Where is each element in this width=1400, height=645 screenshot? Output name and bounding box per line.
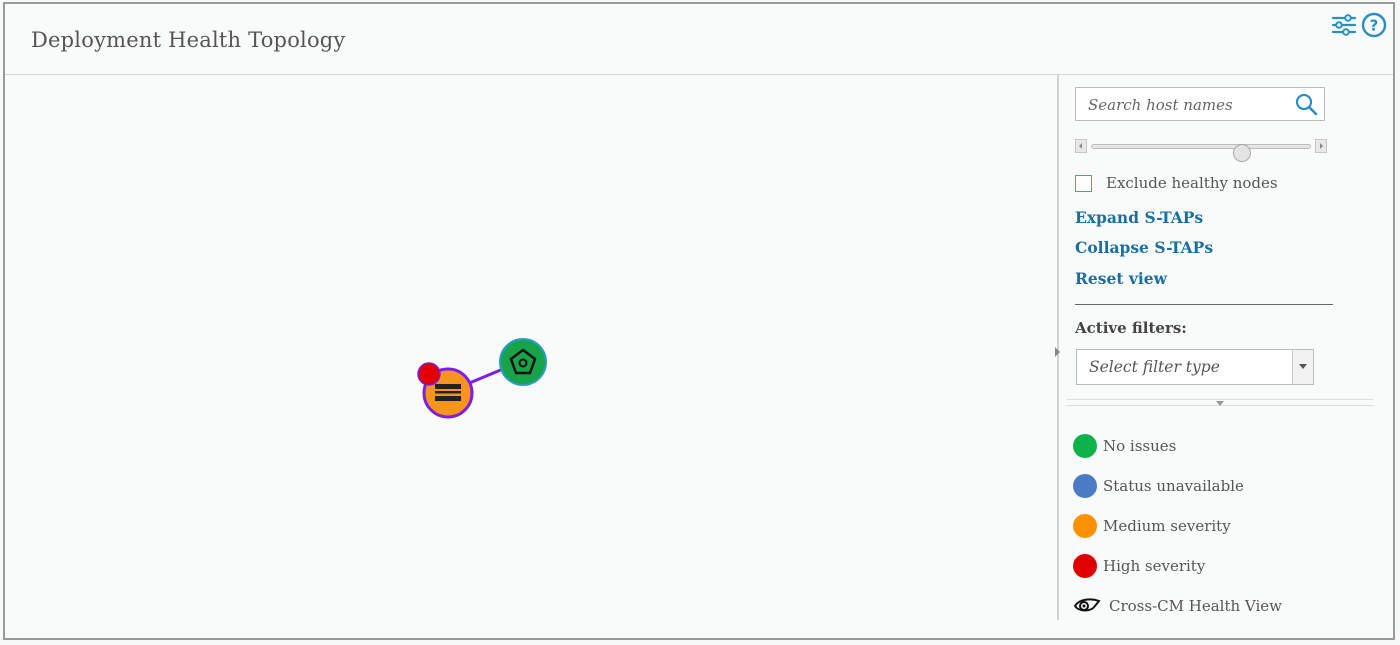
legend-item-medium-severity: Medium severity bbox=[1073, 506, 1282, 546]
exclude-healthy-label: Exclude healthy nodes bbox=[1106, 174, 1278, 192]
divider bbox=[1075, 304, 1333, 305]
legend-label: Medium severity bbox=[1103, 517, 1231, 535]
panel-collapse-handle[interactable] bbox=[1055, 347, 1060, 357]
stap-icon bbox=[435, 384, 461, 401]
legend: No issues Status unavailable Medium seve… bbox=[1073, 426, 1282, 626]
search-input[interactable] bbox=[1086, 94, 1290, 116]
legend-label: No issues bbox=[1103, 437, 1177, 455]
svg-text:?: ? bbox=[1370, 17, 1379, 35]
legend-label: Status unavailable bbox=[1103, 477, 1244, 495]
cm-node[interactable] bbox=[499, 338, 547, 386]
page-title: Deployment Health Topology bbox=[31, 28, 346, 52]
exclude-healthy-checkbox[interactable] bbox=[1075, 174, 1092, 192]
app-window: Deployment Health Topology ? Search host… bbox=[3, 2, 1395, 640]
zoom-slider[interactable] bbox=[1075, 137, 1327, 162]
help-icon[interactable]: ? bbox=[1361, 12, 1387, 38]
reset-view-link[interactable]: Reset view bbox=[1075, 269, 1167, 288]
legend-label: Cross-CM Health View bbox=[1109, 597, 1282, 615]
filter-type-value: Select filter type bbox=[1089, 358, 1220, 376]
green-status-dot bbox=[1073, 434, 1097, 458]
settings-sliders-icon[interactable] bbox=[1331, 12, 1357, 38]
header-actions: ? bbox=[1331, 12, 1387, 38]
topology-canvas[interactable] bbox=[5, 75, 1057, 640]
stap-node[interactable] bbox=[417, 362, 474, 419]
host-search bbox=[1075, 87, 1325, 121]
active-filters-label: Active filters: bbox=[1075, 319, 1187, 337]
red-status-dot bbox=[1073, 554, 1097, 578]
blue-status-dot bbox=[1073, 474, 1097, 498]
slider-increase-button[interactable] bbox=[1315, 139, 1327, 153]
slider-thumb[interactable] bbox=[1232, 144, 1251, 162]
legend-item-status-unavailable: Status unavailable bbox=[1073, 466, 1282, 506]
search-icon[interactable] bbox=[1294, 92, 1318, 116]
collapse-staps-link[interactable]: Collapse S-TAPs bbox=[1075, 238, 1213, 257]
legend-toggle-arrow-icon[interactable] bbox=[1216, 401, 1224, 406]
legend-label: High severity bbox=[1103, 557, 1206, 575]
slider-track[interactable] bbox=[1091, 144, 1311, 162]
header: Deployment Health Topology ? bbox=[5, 4, 1393, 75]
chevron-down-icon[interactable] bbox=[1292, 350, 1313, 384]
expand-staps-link[interactable]: Expand S-TAPs bbox=[1075, 208, 1203, 227]
exclude-healthy-option: Exclude healthy nodes bbox=[1075, 174, 1278, 192]
cross-cm-eye-icon bbox=[1073, 598, 1101, 612]
topology-graph[interactable] bbox=[5, 75, 1057, 640]
legend-item-no-issues: No issues bbox=[1073, 426, 1282, 466]
high-severity-badge bbox=[417, 362, 441, 386]
side-panel: Exclude healthy nodes Expand S-TAPs Coll… bbox=[1055, 75, 1397, 620]
legend-item-high-severity: High severity bbox=[1073, 546, 1282, 586]
legend-item-cross-cm: Cross-CM Health View bbox=[1073, 586, 1282, 626]
filter-type-select[interactable]: Select filter type bbox=[1076, 349, 1314, 385]
orange-status-dot bbox=[1073, 514, 1097, 538]
slider-decrease-button[interactable] bbox=[1075, 139, 1087, 153]
